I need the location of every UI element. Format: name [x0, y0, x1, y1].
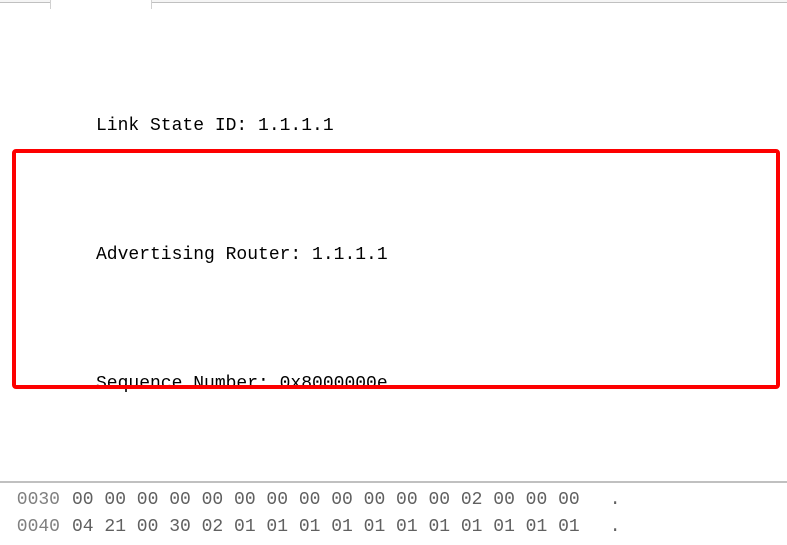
hex-bytes: 00 00 00 00 00 00 00 00 00 00 00 00 02 0…: [72, 487, 580, 514]
field-seq-num-1[interactable]: Sequence Number: 0x8000000e: [0, 368, 787, 400]
hex-row[interactable]: 0040 04 21 00 30 02 01 01 01 01 01 01 01…: [0, 514, 787, 541]
field-link-state-id-1[interactable]: Link State ID: 1.1.1.1: [0, 110, 787, 142]
hex-row[interactable]: 0030 00 00 00 00 00 00 00 00 00 00 00 00…: [0, 487, 787, 514]
field-text: Advertising Router: 1.1.1.1: [96, 239, 388, 271]
hex-ascii: .: [580, 487, 621, 514]
hex-dump-pane[interactable]: 0030 00 00 00 00 00 00 00 00 00 00 00 00…: [0, 481, 787, 545]
hex-ascii: .: [580, 514, 621, 541]
packet-details-pane[interactable]: Link State ID: 1.1.1.1 Advertising Route…: [0, 3, 787, 481]
field-text: Sequence Number: 0x8000000e: [96, 368, 388, 400]
hex-offset: 0040: [0, 514, 72, 541]
field-adv-router-1[interactable]: Advertising Router: 1.1.1.1: [0, 239, 787, 271]
hex-bytes: 04 21 00 30 02 01 01 01 01 01 01 01 01 0…: [72, 514, 580, 541]
field-text: Link State ID: 1.1.1.1: [96, 110, 334, 142]
hex-offset: 0030: [0, 487, 72, 514]
